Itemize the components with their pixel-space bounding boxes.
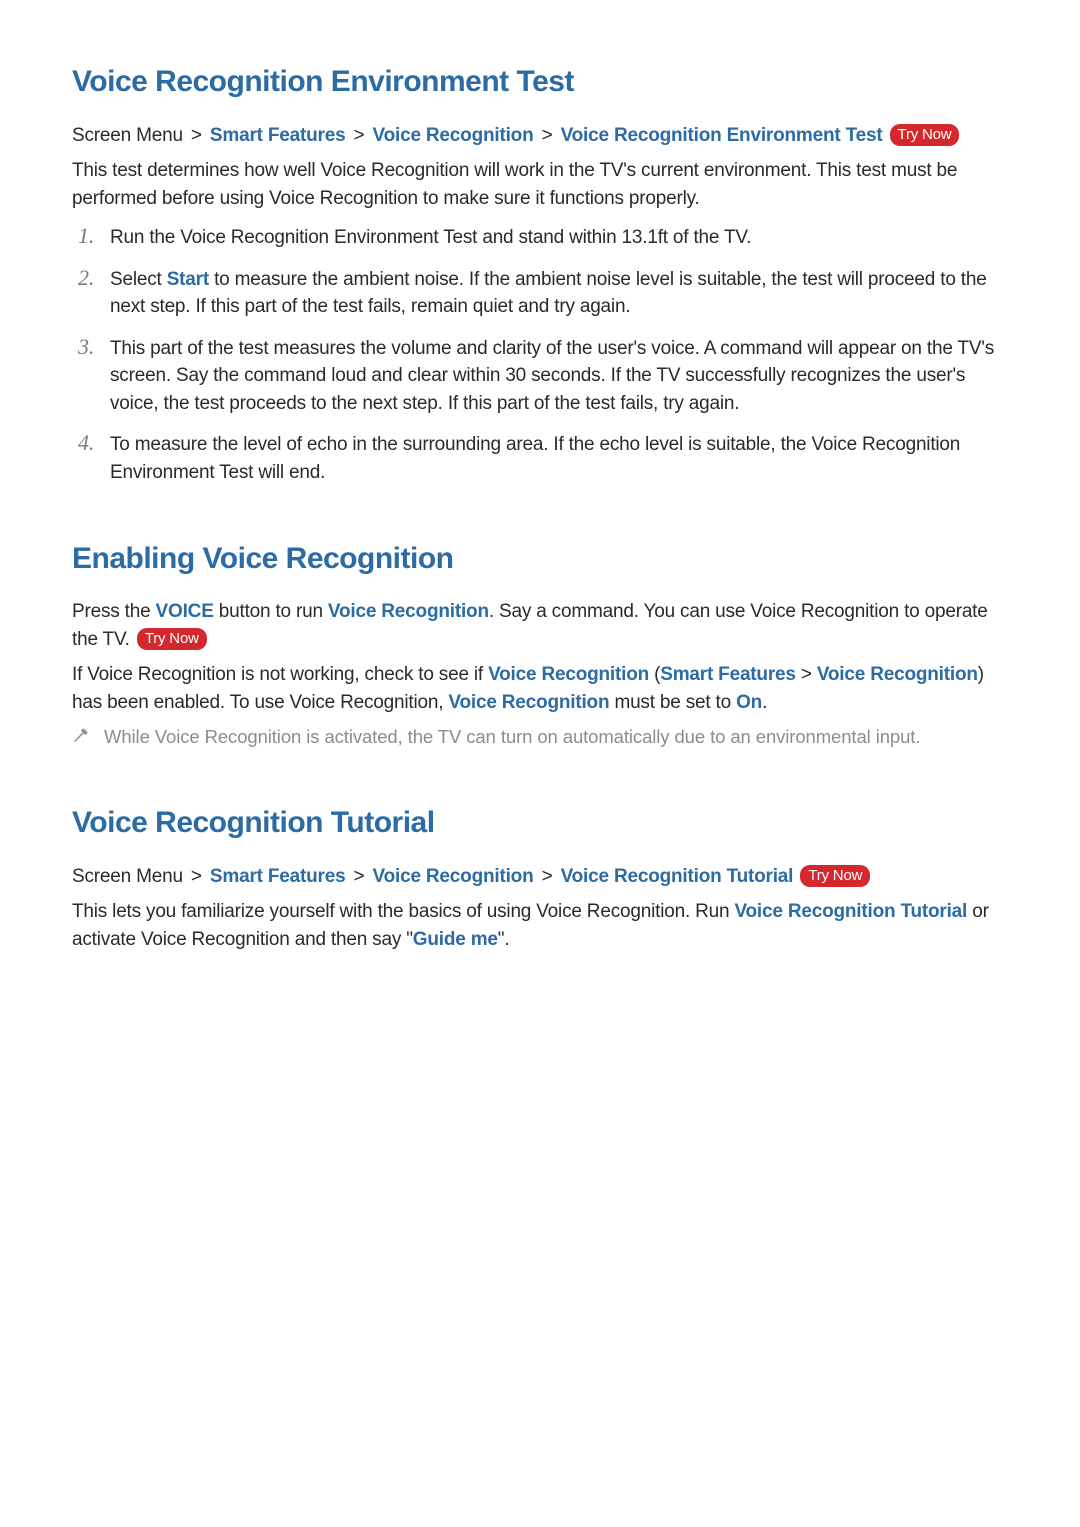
breadcrumb-voice-recognition[interactable]: Voice Recognition bbox=[373, 125, 534, 146]
on-value: On bbox=[736, 692, 762, 713]
step-item: To measure the level of echo in the surr… bbox=[72, 431, 1008, 486]
breadcrumb: Screen Menu > Smart Features > Voice Rec… bbox=[72, 122, 1008, 150]
note-icon bbox=[72, 726, 90, 744]
try-now-button[interactable]: Try Now bbox=[137, 628, 207, 650]
start-link[interactable]: Start bbox=[167, 269, 209, 290]
try-now-button[interactable]: Try Now bbox=[800, 865, 870, 887]
step-item: Select Start to measure the ambient nois… bbox=[72, 266, 1008, 321]
voice-recognition-link[interactable]: Voice Recognition bbox=[448, 692, 609, 713]
step-item: Run the Voice Recognition Environment Te… bbox=[72, 224, 1008, 252]
voice-recognition-link[interactable]: Voice Recognition bbox=[817, 664, 978, 685]
paragraph: This lets you familiarize yourself with … bbox=[72, 898, 1008, 953]
section-vr-tutorial: Voice Recognition Tutorial Screen Menu >… bbox=[72, 801, 1008, 953]
section-enabling-vr: Enabling Voice Recognition Press the VOI… bbox=[72, 537, 1008, 752]
breadcrumb: Screen Menu > Smart Features > Voice Rec… bbox=[72, 863, 1008, 891]
step-text: Run the Voice Recognition Environment Te… bbox=[110, 227, 751, 248]
step-text-part: to measure the ambient noise. If the amb… bbox=[110, 269, 987, 318]
text-run: If Voice Recognition is not working, che… bbox=[72, 664, 488, 685]
breadcrumb-sep: > bbox=[539, 866, 556, 887]
text-run: This lets you familiarize yourself with … bbox=[72, 901, 734, 922]
paragraph: Press the VOICE button to run Voice Reco… bbox=[72, 598, 1008, 653]
breadcrumb-leaf[interactable]: Voice Recognition Tutorial bbox=[561, 866, 794, 887]
section-env-test: Voice Recognition Environment Test Scree… bbox=[72, 60, 1008, 487]
breadcrumb-sep: > bbox=[188, 866, 205, 887]
breadcrumb-leaf[interactable]: Voice Recognition Environment Test bbox=[561, 125, 883, 146]
breadcrumb-sep: > bbox=[351, 125, 368, 146]
breadcrumb-root: Screen Menu bbox=[72, 125, 183, 146]
text-run: must be set to bbox=[609, 692, 736, 713]
text-run: Press the bbox=[72, 601, 156, 622]
breadcrumb-voice-recognition[interactable]: Voice Recognition bbox=[373, 866, 534, 887]
breadcrumb-smart-features[interactable]: Smart Features bbox=[210, 866, 346, 887]
step-item: This part of the test measures the volum… bbox=[72, 335, 1008, 418]
note-text: While Voice Recognition is activated, th… bbox=[104, 724, 920, 751]
text-run: button to run bbox=[214, 601, 328, 622]
voice-button-label: VOICE bbox=[156, 601, 214, 622]
note: While Voice Recognition is activated, th… bbox=[72, 724, 1008, 751]
breadcrumb-sep: > bbox=[351, 866, 368, 887]
step-text: This part of the test measures the volum… bbox=[110, 338, 994, 414]
intro-paragraph: This test determines how well Voice Reco… bbox=[72, 157, 1008, 212]
breadcrumb-sep: > bbox=[539, 125, 556, 146]
step-text: To measure the level of echo in the surr… bbox=[110, 434, 960, 483]
text-run: . bbox=[762, 692, 767, 713]
breadcrumb-smart-features[interactable]: Smart Features bbox=[210, 125, 346, 146]
text-run: ( bbox=[649, 664, 660, 685]
step-text-part: Select bbox=[110, 269, 167, 290]
steps-list: Run the Voice Recognition Environment Te… bbox=[72, 224, 1008, 486]
section-title: Enabling Voice Recognition bbox=[72, 537, 1008, 581]
breadcrumb-root: Screen Menu bbox=[72, 866, 183, 887]
guide-me-command: Guide me bbox=[413, 929, 498, 950]
section-title: Voice Recognition Tutorial bbox=[72, 801, 1008, 845]
paragraph: If Voice Recognition is not working, che… bbox=[72, 661, 1008, 716]
smart-features-link[interactable]: Smart Features bbox=[660, 664, 796, 685]
section-title: Voice Recognition Environment Test bbox=[72, 60, 1008, 104]
voice-recognition-link[interactable]: Voice Recognition bbox=[328, 601, 489, 622]
try-now-button[interactable]: Try Now bbox=[890, 124, 960, 146]
vr-tutorial-link[interactable]: Voice Recognition Tutorial bbox=[734, 901, 967, 922]
voice-recognition-link[interactable]: Voice Recognition bbox=[488, 664, 649, 685]
text-run: ". bbox=[498, 929, 510, 950]
text-run: > bbox=[796, 664, 817, 685]
breadcrumb-sep: > bbox=[188, 125, 205, 146]
